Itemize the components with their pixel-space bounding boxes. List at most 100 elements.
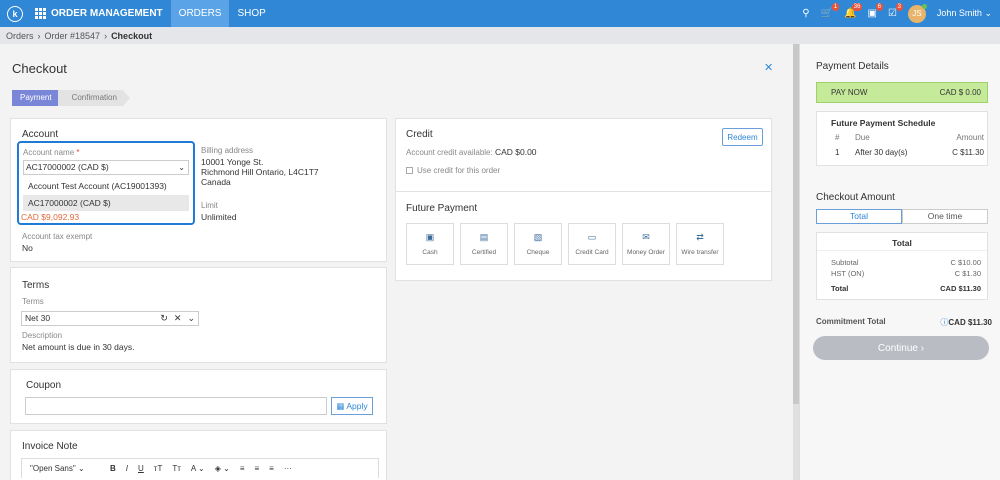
payment-method-label: Cash xyxy=(422,249,438,256)
credit-available: Account credit available: CAD $0.00 xyxy=(406,147,537,157)
payment-method-label: Cheque xyxy=(526,249,550,256)
account-name-label: Account name * xyxy=(23,148,80,157)
toggle-total[interactable]: Total xyxy=(816,209,902,224)
invoice-note-title: Invoice Note xyxy=(22,441,78,452)
top-navigation-bar: k ORDER MANAGEMENT ORDERS SHOP ⚲ 🛒 1 🔔 36 … xyxy=(0,0,1000,27)
font-size-button[interactable]: ᴛT xyxy=(154,464,163,473)
amount-toggle: Total One time xyxy=(816,209,988,224)
limit-value: Unlimited xyxy=(201,212,237,222)
brand-title[interactable]: ORDER MANAGEMENT xyxy=(51,8,163,19)
redeem-button[interactable]: Redeem xyxy=(722,128,763,146)
account-dropdown-open[interactable]: Account name * AC17000002 (CAD $) ⌄ Accou… xyxy=(17,141,195,225)
checkbox-icon xyxy=(406,167,413,174)
use-credit-checkbox[interactable]: Use credit for this order xyxy=(406,166,500,175)
clear-icon[interactable]: ✕ xyxy=(174,312,182,325)
terms-select[interactable]: Net 30 ↻ ✕ ⌄ xyxy=(21,311,199,326)
close-icon[interactable]: ✕ xyxy=(764,61,773,74)
billing-line: Canada xyxy=(201,177,231,187)
tab-shop[interactable]: SHOP xyxy=(229,0,273,27)
total-card-title: Total xyxy=(817,233,987,251)
rich-text-toolbar: "Open Sans" ⌄ B I U ᴛT Tт A ⌄ ◈ ⌄ ≡ ≡ ≡ … xyxy=(21,458,379,478)
required-mark: * xyxy=(76,148,80,157)
commitment-value: CAD $11.30 xyxy=(948,318,992,327)
commitment-value-wrap: ⓘCAD $11.30 xyxy=(940,317,992,328)
font-family-value: "Open Sans" xyxy=(30,464,76,473)
breadcrumb-separator: › xyxy=(37,30,41,41)
coupon-input[interactable] xyxy=(25,397,327,415)
payment-method-certified[interactable]: ▤ Certified xyxy=(460,223,508,265)
payment-method-cash[interactable]: ▣ Cash xyxy=(406,223,454,265)
row-amount: C $11.30 xyxy=(952,148,984,157)
terms-selected-value: Net 30 xyxy=(25,313,51,323)
italic-button[interactable]: I xyxy=(126,464,128,473)
avatar[interactable]: JS xyxy=(907,3,927,23)
breadcrumb-current: Checkout xyxy=(111,30,153,41)
align-left-button[interactable]: ≡ xyxy=(240,464,245,473)
text-transform-button[interactable]: Tт xyxy=(172,464,181,473)
col-due: Due xyxy=(855,133,870,142)
breadcrumb-order[interactable]: Order #18547 xyxy=(45,31,101,41)
description-label: Description xyxy=(22,331,63,340)
align-right-button[interactable]: ≡ xyxy=(269,464,274,473)
account-selected-value: AC17000002 (CAD $) xyxy=(26,162,109,172)
breadcrumb-orders[interactable]: Orders xyxy=(6,31,34,41)
text-color-button[interactable]: A ⌄ xyxy=(191,464,205,473)
coupon-card: Coupon ▦ Apply xyxy=(10,369,387,424)
more-button[interactable]: ··· xyxy=(284,464,292,473)
hst-row: HST (ON) C $1.30 xyxy=(831,269,981,278)
terms-label: Terms xyxy=(22,297,44,306)
step-payment[interactable]: Payment xyxy=(12,90,65,106)
user-menu[interactable]: John Smith ⌄ xyxy=(937,8,992,19)
bold-button[interactable]: B xyxy=(110,464,116,473)
limit-block: Limit Unlimited xyxy=(201,201,236,222)
schedule-title: Future Payment Schedule xyxy=(831,118,936,128)
credit-available-label: Account credit available: xyxy=(406,148,493,157)
pay-now-bar: PAY NOW CAD $ 0.00 xyxy=(816,82,988,103)
account-title: Account xyxy=(22,129,59,140)
continue-button[interactable]: Continue › xyxy=(813,336,989,360)
cheque-icon: ▧ xyxy=(533,232,543,242)
bell-icon[interactable]: 🔔 36 xyxy=(844,3,863,19)
highlight-button[interactable]: ◈ ⌄ xyxy=(215,464,230,473)
cart-badge: 1 xyxy=(831,3,840,11)
underline-button[interactable]: U xyxy=(138,464,144,473)
tab-orders[interactable]: ORDERS xyxy=(170,0,230,27)
payment-method-money-order[interactable]: ✉ Money Order xyxy=(622,223,670,265)
search-icon[interactable]: ⚲ xyxy=(802,8,809,19)
tasks-icon[interactable]: ☑ 3 xyxy=(888,3,903,19)
payment-method-credit-card[interactable]: ▭ Credit Card xyxy=(568,223,616,265)
chevron-down-icon: ⌄ xyxy=(178,163,185,172)
cart-icon[interactable]: 🛒 1 xyxy=(821,3,840,19)
app-logo[interactable]: k xyxy=(7,5,23,22)
subtotal-label: Subtotal xyxy=(831,258,859,267)
apply-coupon-button[interactable]: ▦ Apply xyxy=(331,397,373,415)
account-option-selected[interactable]: AC17000002 (CAD $) xyxy=(23,195,189,211)
pay-now-label: PAY NOW xyxy=(831,88,868,97)
row-due: After 30 day(s) xyxy=(855,148,908,157)
payment-method-wire-transfer[interactable]: ⇄ Wire transfer xyxy=(676,223,724,265)
account-card: Account Account name * AC17000002 (CAD $… xyxy=(10,118,387,262)
align-center-button[interactable]: ≡ xyxy=(255,464,260,473)
payment-method-cheque[interactable]: ▧ Cheque xyxy=(514,223,562,265)
toggle-one-time[interactable]: One time xyxy=(902,209,988,224)
chevron-down-icon[interactable]: ⌄ xyxy=(187,312,195,325)
orders-icon[interactable]: ▣ 6 xyxy=(867,3,883,19)
billing-line: 10001 Yonge St. xyxy=(201,157,264,167)
tax-exempt-block: Account tax exempt No xyxy=(22,232,92,253)
payment-method-label: Certified xyxy=(471,249,497,256)
account-name-text: Account name xyxy=(23,148,75,157)
checkout-steps: Payment Confirmation xyxy=(12,90,131,106)
refresh-icon[interactable]: ↻ xyxy=(160,312,168,325)
commitment-total: Commitment Total ⓘCAD $11.30 xyxy=(816,317,992,328)
apps-grid-icon[interactable] xyxy=(35,8,46,19)
font-family-select[interactable]: "Open Sans" ⌄ xyxy=(30,464,100,473)
total-value: CAD $11.30 xyxy=(940,284,981,293)
account-select[interactable]: AC17000002 (CAD $) ⌄ xyxy=(23,160,189,175)
step-confirmation[interactable]: Confirmation xyxy=(57,90,131,106)
payment-summary-panel: Payment Details PAY NOW CAD $ 0.00 Futur… xyxy=(799,44,1000,480)
subtotal-row: Subtotal C $10.00 xyxy=(831,258,981,267)
account-option[interactable]: Account Test Account (AC19001393) xyxy=(23,178,189,194)
future-payment-schedule: Future Payment Schedule # Due Amount 1 A… xyxy=(816,111,988,166)
payment-methods: ▣ Cash ▤ Certified ▧ Cheque ▭ Credit Card ✉ M… xyxy=(406,223,724,265)
tax-exempt-value: No xyxy=(22,243,33,253)
